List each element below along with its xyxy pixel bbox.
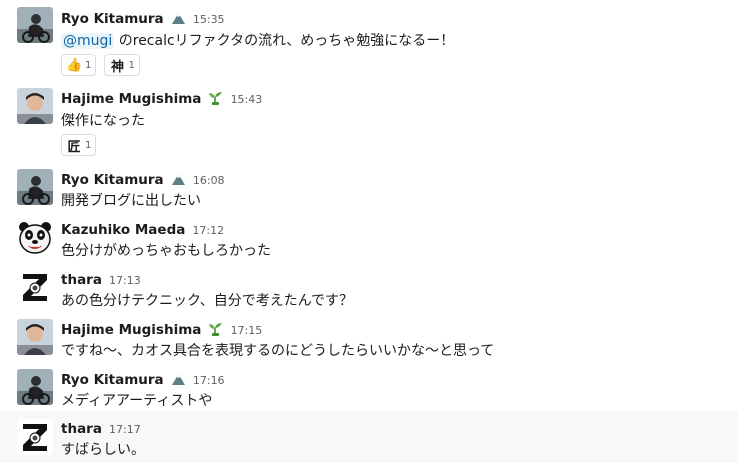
takumi-emoji: 匠 [67,139,81,155]
message[interactable]: thara 17:17 すばらしい。 [0,411,738,463]
reaction-takumi[interactable]: 匠 1 [61,134,97,156]
timestamp[interactable]: 17:12 [192,224,224,237]
message[interactable]: Ryo Kitamura 17:16 メディアアーティストや [0,364,738,411]
message[interactable]: Hajime Mugishima 15:43 傑作になった 匠 1 [0,82,738,164]
message[interactable]: Ryo Kitamura 16:08 開発ブログに出したい [0,164,738,214]
avatar-hajime-mugishima[interactable] [17,319,53,355]
sprout-icon [209,92,223,105]
mountain-icon [171,174,185,185]
user-mention[interactable]: @mugi [61,33,115,49]
sender-name[interactable]: thara [61,272,102,288]
avatar-ryo-kitamura[interactable] [17,369,53,405]
message-text: ですね〜、カオス具合を表現するのにどうしたらいいかな〜と思って [61,343,495,359]
timestamp[interactable]: 17:16 [193,374,225,387]
sender-name[interactable]: thara [61,421,102,437]
message-text: あの色分けテクニック、自分で考えたんです？ [61,293,354,309]
message-text: 色分けがめっちゃおもしろかった [61,243,271,259]
reaction-count: 1 [85,59,92,71]
timestamp[interactable]: 17:15 [231,324,263,337]
timestamp[interactable]: 15:43 [231,93,263,106]
timestamp[interactable]: 16:08 [193,174,225,187]
message-feed: Ryo Kitamura 15:35 @mugi のrecalcリファクタの流れ… [0,0,738,463]
message[interactable]: thara 17:13 あの色分けテクニック、自分で考えたんです？ [0,264,738,314]
message-text: @mugi のrecalcリファクタの流れ、めっちゃ勉強になるー！ [61,30,454,50]
mountain-icon [171,13,185,24]
sender-name[interactable]: Ryo Kitamura [61,11,164,27]
timestamp[interactable]: 17:13 [109,274,141,287]
message[interactable]: Hajime Mugishima 17:15 ですね〜、カオス具合を表現するのに… [0,314,738,364]
message-text: すばらしい。 [61,442,145,458]
avatar-thara[interactable] [17,269,53,305]
sender-name[interactable]: Hajime Mugishima [61,322,201,338]
reaction-count: 1 [85,139,92,151]
reaction-count: 1 [128,59,135,71]
avatar-ryo-kitamura[interactable] [17,169,53,205]
message[interactable]: Kazuhiko Maeda 17:12 色分けがめっちゃおもしろかった [0,214,738,264]
avatar-thara[interactable] [17,419,53,455]
mountain-icon [171,374,185,385]
reaction-thumbsup[interactable]: 👍 1 [61,54,97,76]
avatar-hajime-mugishima[interactable] [17,88,53,124]
timestamp[interactable]: 15:35 [193,13,225,26]
sender-name[interactable]: Hajime Mugishima [61,91,201,107]
sender-name[interactable]: Kazuhiko Maeda [61,222,185,238]
message-text: 傑作になった [61,113,145,129]
message-text: 開発ブログに出したい [61,193,201,209]
message-text: メディアアーティストや [61,393,213,409]
message[interactable]: Ryo Kitamura 15:35 @mugi のrecalcリファクタの流れ… [0,0,738,82]
sprout-icon [209,323,223,336]
avatar-kazuhiko-maeda[interactable] [17,219,53,255]
thumbsup-emoji: 👍 [66,57,83,73]
kami-emoji: 神 [110,59,124,75]
reaction-kami[interactable]: 神 1 [104,54,140,76]
timestamp[interactable]: 17:17 [109,423,141,436]
reaction-bar: 匠 1 [61,134,99,156]
sender-name[interactable]: Ryo Kitamura [61,172,164,188]
reaction-bar: 👍 1 神 1 [61,54,143,76]
avatar-ryo-kitamura[interactable] [17,7,53,43]
message-text-content: のrecalcリファクタの流れ、めっちゃ勉強になるー！ [114,33,455,49]
sender-name[interactable]: Ryo Kitamura [61,372,164,388]
